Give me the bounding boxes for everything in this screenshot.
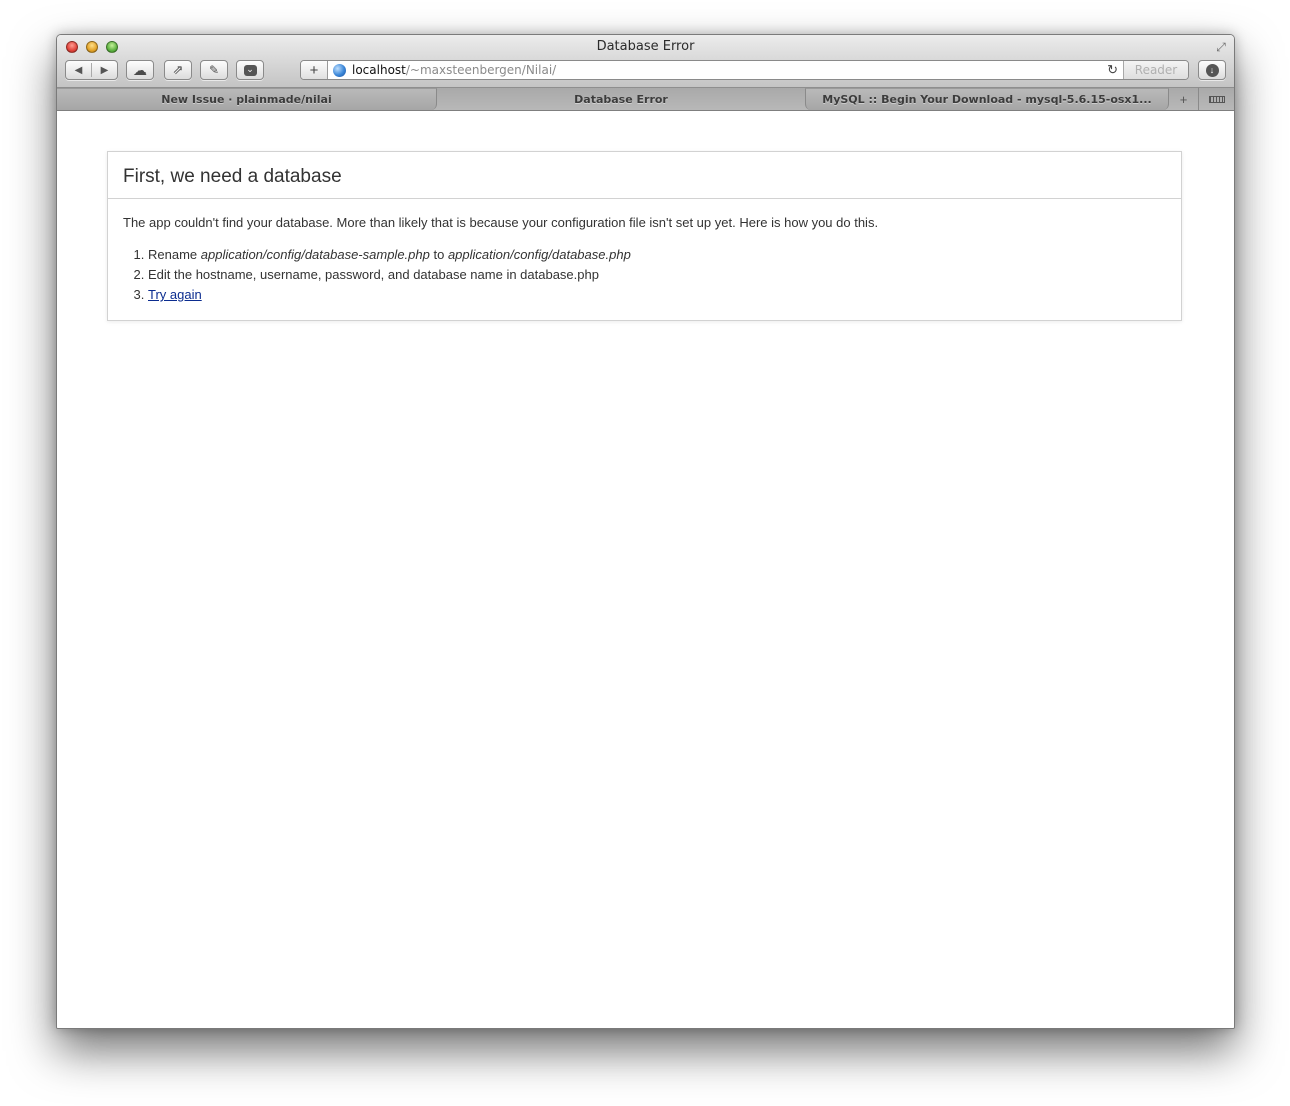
add-bookmark-button[interactable]: +	[301, 61, 328, 79]
try-again-link[interactable]: Try again	[148, 287, 202, 302]
window-title: Database Error	[596, 39, 695, 54]
share-icon: ⇗	[172, 62, 184, 77]
step-retry: Try again	[148, 285, 1166, 305]
cloud-icon: ☁	[133, 61, 147, 78]
back-button[interactable]: ◀	[66, 65, 91, 76]
downloads-button[interactable]: ↓	[1198, 60, 1226, 80]
source-file-path: application/config/database-sample.php	[200, 247, 430, 262]
tab-mysql-download[interactable]: MySQL :: Begin Your Download - mysql-5.6…	[805, 88, 1169, 110]
reader-button[interactable]: Reader	[1123, 61, 1188, 79]
share-button[interactable]: ⇗	[164, 60, 192, 80]
new-tab-button[interactable]: +	[1169, 88, 1199, 110]
page-content: First, we need a database The app couldn…	[57, 111, 1234, 1028]
step-rename-prefix: Rename	[148, 247, 201, 262]
steps-list: Rename application/config/database-sampl…	[123, 245, 1166, 305]
pocket-icon: ⌄	[243, 64, 257, 76]
back-forward-group: ◀ ▶	[65, 60, 118, 80]
tab-overview-icon	[1209, 95, 1225, 103]
step-rename-middle: to	[429, 247, 448, 262]
title-bar: Database Error ⤢ ◀ ▶ ☁ ⇗ ✎ ⌄ + localhost…	[57, 35, 1234, 88]
error-panel: First, we need a database The app couldn…	[107, 151, 1182, 321]
icloud-tabs-button[interactable]: ☁	[126, 60, 154, 80]
tab-bar: New Issue · plainmade/nilai Database Err…	[57, 88, 1234, 111]
url-path: /~maxsteenbergen/Nilai/	[405, 63, 557, 77]
panel-header: First, we need a database	[108, 152, 1181, 199]
panel-body: The app couldn't find your database. Mor…	[108, 199, 1181, 320]
url-text[interactable]: localhost/~maxsteenbergen/Nilai/	[352, 63, 556, 77]
step-rename: Rename application/config/database-sampl…	[148, 245, 1166, 265]
tab-database-error[interactable]: Database Error	[437, 88, 805, 110]
tab-new-issue[interactable]: New Issue · plainmade/nilai	[57, 88, 437, 110]
tab-overview-button[interactable]	[1200, 88, 1234, 110]
target-file-path: application/config/database.php	[447, 247, 631, 262]
globe-icon	[333, 64, 346, 77]
panel-title: First, we need a database	[123, 166, 342, 187]
reload-icon[interactable]: ↻	[1107, 62, 1118, 78]
tools-button[interactable]: ✎	[200, 60, 228, 80]
fullscreen-icon[interactable]: ⤢	[1214, 40, 1228, 54]
address-bar[interactable]: + localhost/~maxsteenbergen/Nilai/ ↻ Rea…	[300, 60, 1189, 80]
pocket-button[interactable]: ⌄	[236, 60, 264, 80]
url-host: localhost	[352, 63, 406, 77]
download-icon: ↓	[1205, 63, 1219, 77]
wrench-icon: ✎	[208, 63, 220, 77]
browser-window: Database Error ⤢ ◀ ▶ ☁ ⇗ ✎ ⌄ + localhost…	[56, 34, 1235, 1029]
step-edit: Edit the hostname, username, password, a…	[148, 265, 1166, 285]
intro-text: The app couldn't find your database. Mor…	[123, 215, 879, 230]
forward-button[interactable]: ▶	[92, 65, 117, 76]
